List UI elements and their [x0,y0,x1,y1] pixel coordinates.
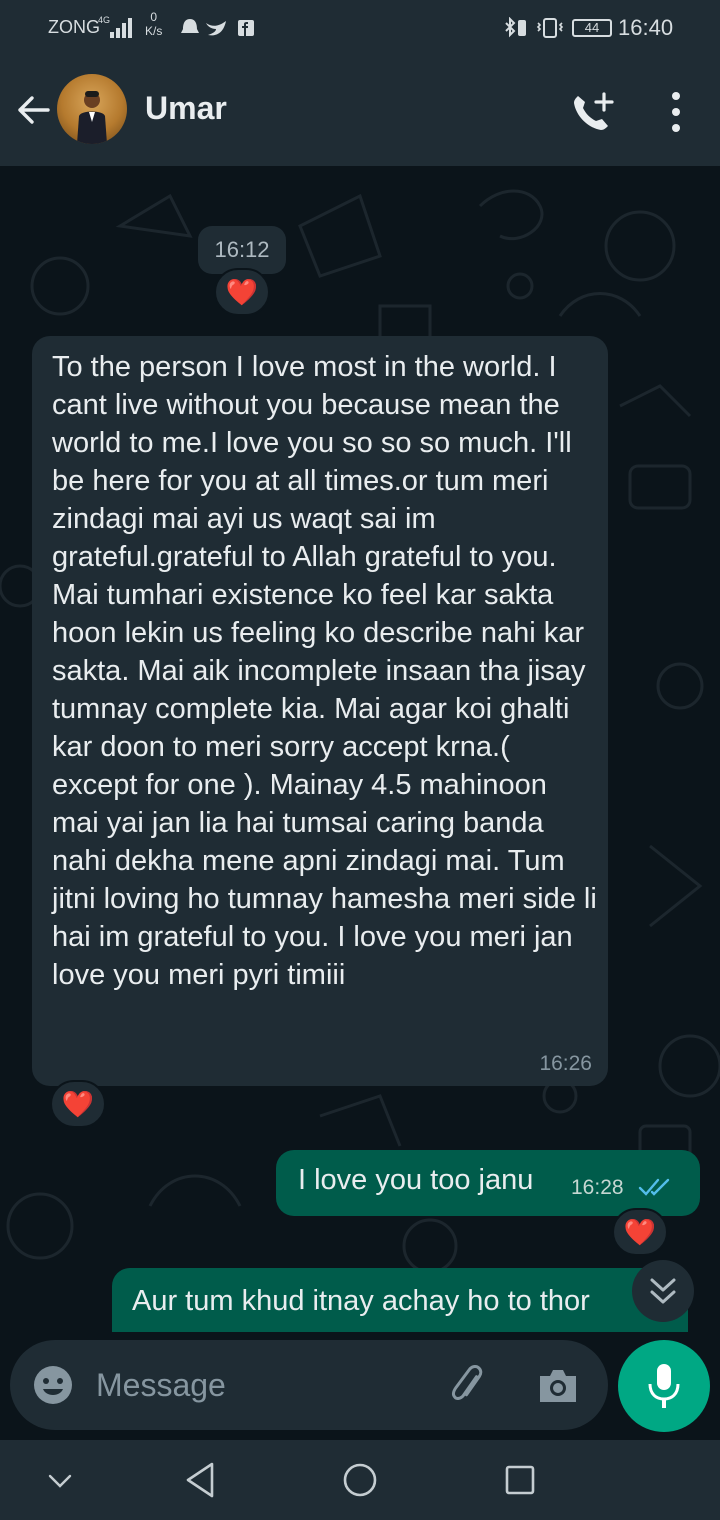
outgoing-message[interactable]: I love you too janu 16:28 [276,1150,700,1216]
vibrate-icon [536,18,564,38]
heart-reaction[interactable]: ❤️ [50,1080,106,1128]
nav-home-icon[interactable] [342,1460,378,1500]
emoji-icon[interactable] [32,1364,74,1406]
speed-value: 0 [150,10,158,24]
avatar[interactable] [57,74,127,144]
heart-reaction[interactable]: ❤️ [612,1208,668,1256]
attach-icon[interactable] [448,1364,492,1408]
input-pill [10,1340,608,1430]
voice-message-button[interactable] [618,1340,710,1432]
nav-hide-icon[interactable] [44,1464,76,1496]
notification-icons [181,19,254,36]
signal-icon [110,18,132,38]
status-bar: ZONG 4G 0 K/s 44 16:40 [0,0,720,56]
message-composer [0,1332,720,1440]
bluetooth-icon [505,17,526,38]
message-time: 16:28 [571,1176,624,1199]
nav-back-icon[interactable] [182,1460,218,1500]
incoming-message[interactable]: To the person I love most in the world. … [32,336,608,1086]
data-speed: 0 K/s [145,10,162,38]
message-input[interactable] [96,1362,426,1408]
contact-name[interactable]: Umar [145,90,227,127]
message-text: I love you too janu [298,1164,534,1196]
avatar-figure-icon [77,91,107,144]
mic-icon [648,1364,680,1408]
chat-header: Umar [0,56,720,166]
system-nav-bar [0,1440,720,1520]
heart-reaction[interactable]: ❤️ [214,268,270,316]
nav-recents-icon[interactable] [502,1460,538,1500]
more-options-icon[interactable] [664,90,688,134]
time-chip: 16:12 [198,226,286,274]
message-text: To the person I love most in the world. … [52,351,597,991]
back-arrow-icon[interactable] [14,90,54,130]
status-time: 16:40 [618,15,674,40]
chat-area[interactable]: 16:12 ❤️ To the person I love most in th… [0,166,720,1332]
scroll-to-bottom-button[interactable] [632,1260,694,1322]
network-type: 4G [98,15,111,25]
message-text: Aur tum khud itnay achay ho to thor [132,1285,590,1317]
outgoing-message[interactable]: Aur tum khud itnay achay ho to thor [112,1268,688,1332]
add-call-icon[interactable] [570,90,616,136]
carrier-label: ZONG [48,17,100,37]
read-receipt-icon [638,1178,670,1196]
double-chevron-down-icon [650,1278,676,1304]
message-time: 16:26 [539,1052,592,1075]
battery-indicator: 44 [572,19,612,37]
speed-unit: K/s [145,24,163,38]
camera-icon[interactable] [536,1364,580,1408]
